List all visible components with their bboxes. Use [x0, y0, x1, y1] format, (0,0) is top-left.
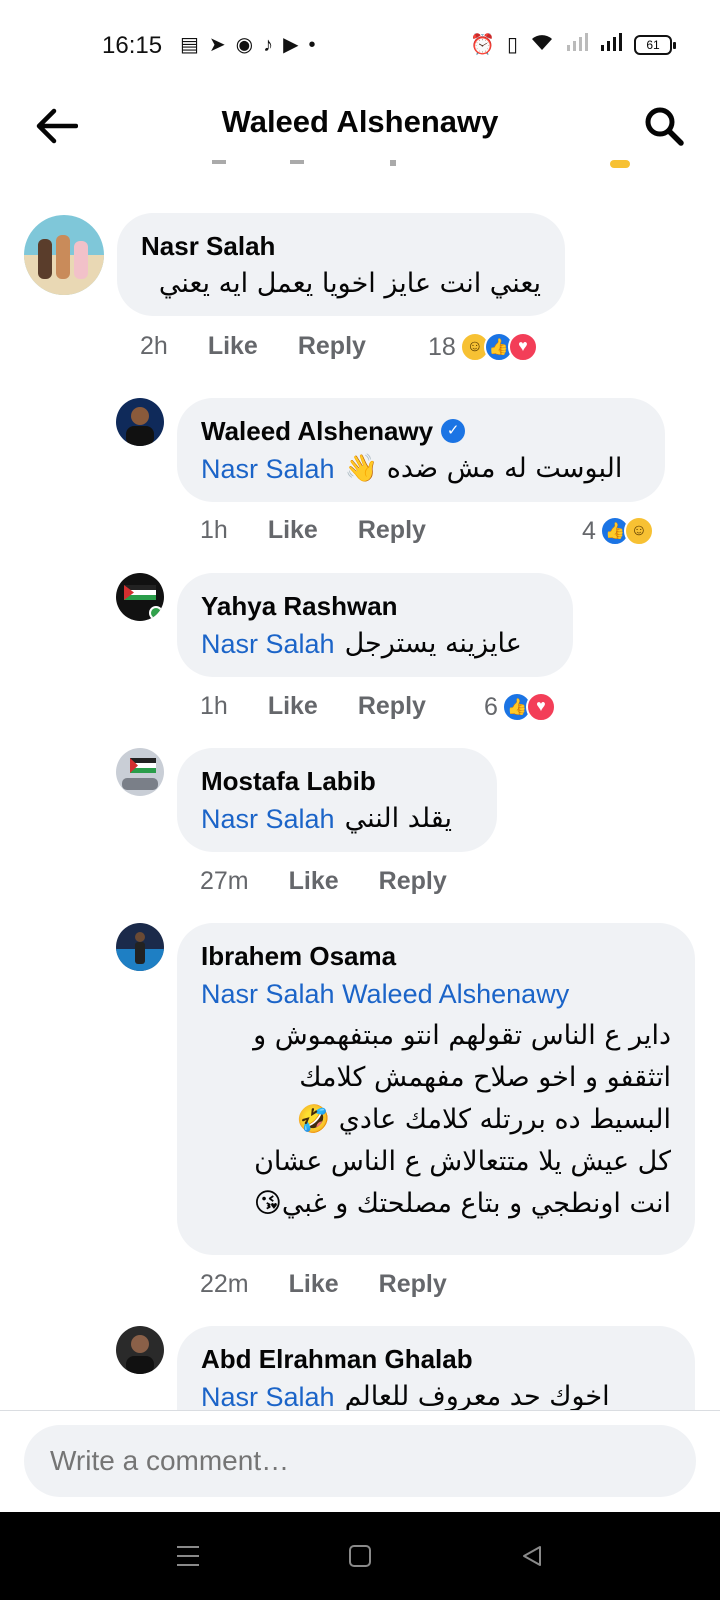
avatar[interactable] — [116, 1326, 164, 1374]
mention-link[interactable]: Nasr Salah — [201, 1376, 335, 1410]
triangle-back-icon — [523, 1546, 541, 1566]
square-icon — [349, 1545, 371, 1567]
menu-icon — [177, 1546, 199, 1566]
comment-body: اخوك حد معروف للعالم — [344, 1381, 610, 1410]
comment-author[interactable]: Abd Elrahman Ghalab — [201, 1342, 671, 1376]
system-nav-bar — [0, 1512, 720, 1600]
comment-composer — [0, 1411, 720, 1511]
comment-bubble[interactable]: Abd Elrahman Ghalab Nasr Salah اخوك حد م… — [177, 1326, 695, 1410]
nav-back-button[interactable] — [512, 1540, 552, 1572]
comment-input[interactable] — [24, 1425, 696, 1497]
home-button[interactable] — [340, 1540, 380, 1572]
reply-item: Abd Elrahman Ghalab Nasr Salah اخوك حد م… — [0, 0, 720, 1410]
comment-text: Nasr Salah اخوك حد معروف للعالم — [201, 1376, 671, 1410]
recent-apps-button[interactable] — [168, 1540, 208, 1572]
